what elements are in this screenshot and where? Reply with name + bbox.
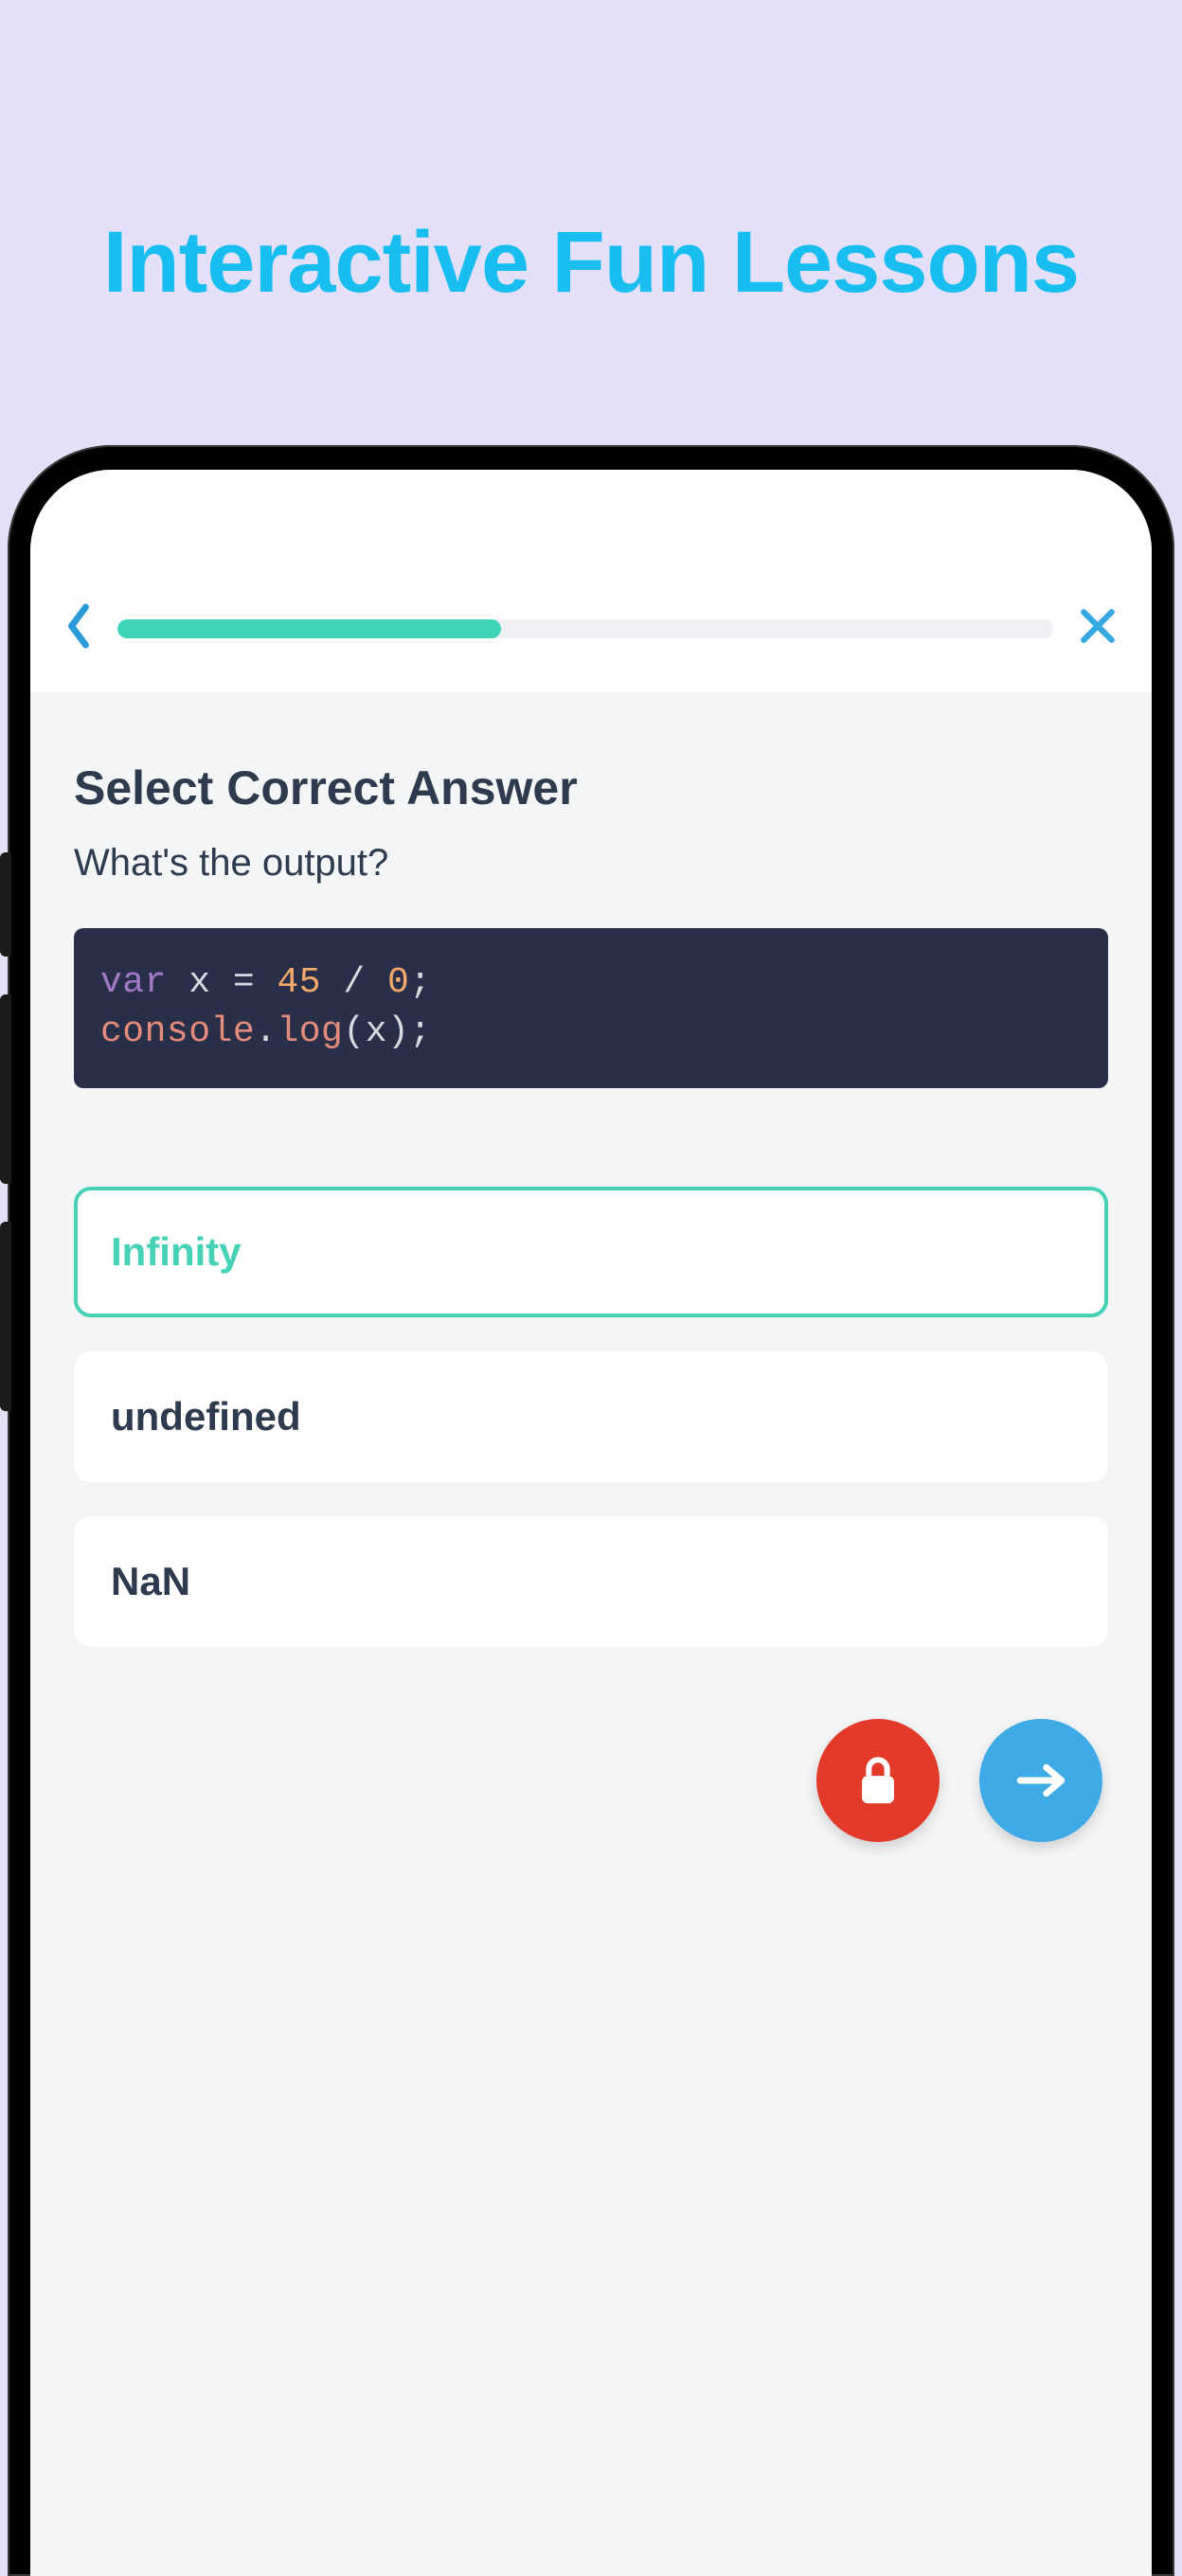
lock-button[interactable] bbox=[816, 1719, 940, 1842]
close-button[interactable] bbox=[1078, 606, 1118, 651]
phone-frame: Select Correct Answer What's the output?… bbox=[8, 445, 1174, 2576]
code-block: var x = 45 / 0; console.log(x); bbox=[74, 928, 1108, 1088]
back-button[interactable] bbox=[64, 602, 93, 654]
chevron-left-icon bbox=[64, 602, 93, 650]
answer-option[interactable]: Infinity bbox=[74, 1187, 1108, 1317]
phone-side-button bbox=[0, 1222, 11, 1411]
arrow-right-icon bbox=[1012, 1759, 1069, 1802]
close-icon bbox=[1078, 606, 1118, 646]
code-token-punct: ); bbox=[387, 1011, 432, 1052]
progress-bar bbox=[117, 619, 1053, 638]
code-token-punct: ; bbox=[409, 962, 431, 1003]
lock-icon bbox=[854, 1753, 902, 1808]
quiz-question: What's the output? bbox=[74, 842, 1108, 885]
code-token-number: 45 bbox=[277, 962, 321, 1003]
code-token-function: log bbox=[277, 1011, 343, 1052]
phone-screen: Select Correct Answer What's the output?… bbox=[30, 470, 1152, 2576]
answer-option[interactable]: undefined bbox=[74, 1351, 1108, 1482]
answer-option[interactable]: NaN bbox=[74, 1516, 1108, 1647]
hero-title: Interactive Fun Lessons bbox=[0, 0, 1182, 313]
code-token-operator: = bbox=[233, 962, 278, 1003]
code-token-operator: / bbox=[321, 962, 387, 1003]
content-area: Select Correct Answer What's the output?… bbox=[30, 692, 1152, 2576]
next-button[interactable] bbox=[979, 1719, 1102, 1842]
quiz-heading: Select Correct Answer bbox=[74, 760, 1108, 815]
code-token-object: console bbox=[100, 1011, 255, 1052]
top-bar bbox=[30, 470, 1152, 692]
action-row bbox=[74, 1719, 1108, 1842]
phone-side-button bbox=[0, 994, 11, 1184]
progress-fill bbox=[117, 619, 501, 638]
code-token-punct: ( bbox=[343, 1011, 365, 1052]
answer-list: Infinity undefined NaN bbox=[74, 1187, 1108, 1647]
code-token-identifier: x bbox=[366, 1011, 387, 1052]
code-token-identifier: x bbox=[167, 962, 233, 1003]
phone-side-button bbox=[0, 852, 11, 957]
code-token-punct: . bbox=[255, 1011, 277, 1052]
code-token-number: 0 bbox=[387, 962, 409, 1003]
code-token-keyword: var bbox=[100, 962, 167, 1003]
